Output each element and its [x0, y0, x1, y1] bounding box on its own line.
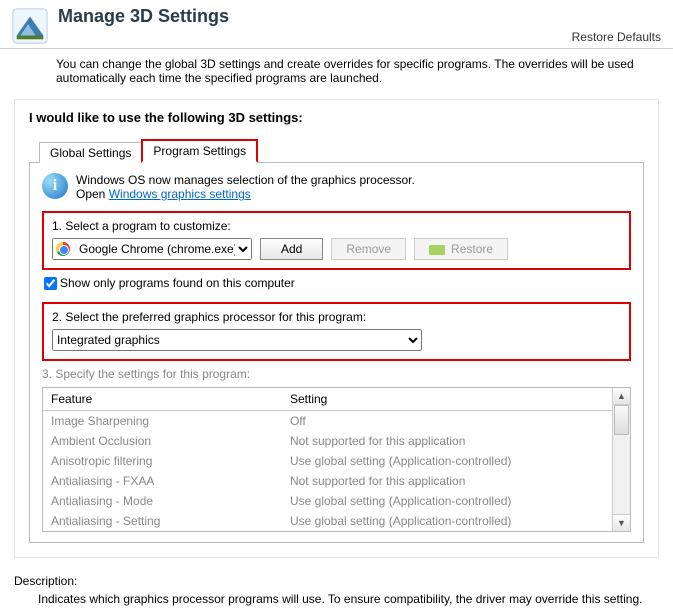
show-only-label: Show only programs found on this compute… — [60, 276, 295, 290]
description-text: Indicates which graphics processor progr… — [14, 592, 659, 606]
chrome-icon — [56, 242, 70, 256]
feature-cell: Anisotropic filtering — [43, 451, 282, 471]
setting-cell: Off — [282, 411, 612, 432]
tab-strip: Global Settings Program Settings — [29, 139, 644, 163]
program-select[interactable]: Google Chrome (chrome.exe) — [52, 238, 252, 260]
info-line2-prefix: Open — [76, 187, 109, 201]
info-line1: Windows OS now manages selection of the … — [76, 173, 415, 187]
gpu-select[interactable]: Integrated graphics — [52, 329, 422, 351]
scroll-thumb[interactable] — [614, 405, 629, 435]
description-label: Description: — [14, 574, 659, 588]
info-text: Windows OS now manages selection of the … — [76, 173, 415, 201]
settings-list: Feature Setting Image SharpeningOffAmbie… — [42, 387, 631, 532]
step2-label: 2. Select the preferred graphics process… — [52, 310, 621, 324]
scroll-down-icon[interactable]: ▼ — [613, 514, 630, 531]
setting-cell: Not supported for this application — [282, 431, 612, 451]
feature-cell: Ambient Occlusion — [43, 431, 282, 451]
description-block: Description: Indicates which graphics pr… — [14, 574, 659, 606]
table-row[interactable]: Anisotropic filteringUse global setting … — [43, 451, 612, 471]
intro-text: You can change the global 3D settings an… — [0, 49, 673, 93]
settings-panel: I would like to use the following 3D set… — [14, 99, 659, 558]
header: Manage 3D Settings Restore Defaults — [0, 0, 673, 49]
feature-cell: Antialiasing - Mode — [43, 491, 282, 511]
feature-cell: Antialiasing - FXAA — [43, 471, 282, 491]
table-row[interactable]: Antialiasing - ModeUse global setting (A… — [43, 491, 612, 511]
col-feature: Feature — [43, 388, 282, 411]
feature-cell: Image Sharpening — [43, 411, 282, 432]
show-only-checkbox[interactable] — [44, 277, 57, 290]
setting-cell: Not supported for this application — [282, 471, 612, 491]
tab-global-settings[interactable]: Global Settings — [39, 142, 142, 163]
add-button[interactable]: Add — [260, 238, 323, 260]
tab-program-settings[interactable]: Program Settings — [141, 139, 258, 163]
restore-defaults-link[interactable]: Restore Defaults — [572, 30, 661, 44]
step1-box: 1. Select a program to customize: Google… — [42, 211, 631, 270]
scrollbar[interactable]: ▲ ▼ — [612, 388, 630, 531]
table-row[interactable]: Ambient OcclusionNot supported for this … — [43, 431, 612, 451]
info-icon: i — [42, 173, 68, 199]
feature-cell: Antialiasing - Setting — [43, 511, 282, 531]
windows-graphics-link[interactable]: Windows graphics settings — [109, 187, 251, 201]
step1-label: 1. Select a program to customize: — [52, 219, 621, 233]
app-icon — [10, 6, 50, 46]
setting-cell: Use global setting (Application-controll… — [282, 451, 612, 471]
settings-table: Feature Setting Image SharpeningOffAmbie… — [43, 388, 612, 531]
restore-button: Restore — [414, 238, 508, 260]
page-title: Manage 3D Settings — [58, 6, 663, 27]
col-setting: Setting — [282, 388, 612, 411]
info-banner: i Windows OS now manages selection of th… — [42, 173, 631, 201]
table-row[interactable]: Antialiasing - SettingUse global setting… — [43, 511, 612, 531]
tab-body: i Windows OS now manages selection of th… — [29, 162, 644, 543]
panel-caption: I would like to use the following 3D set… — [29, 110, 644, 125]
setting-cell: Use global setting (Application-controll… — [282, 511, 612, 531]
show-only-row[interactable]: Show only programs found on this compute… — [42, 276, 631, 290]
table-row[interactable]: Image SharpeningOff — [43, 411, 612, 432]
scroll-up-icon[interactable]: ▲ — [613, 388, 630, 405]
remove-button: Remove — [331, 238, 406, 260]
setting-cell: Use global setting (Application-controll… — [282, 491, 612, 511]
step3-label: 3. Specify the settings for this program… — [42, 367, 631, 381]
scroll-track[interactable] — [613, 435, 630, 514]
table-row[interactable]: Antialiasing - FXAANot supported for thi… — [43, 471, 612, 491]
step2-box: 2. Select the preferred graphics process… — [42, 302, 631, 361]
